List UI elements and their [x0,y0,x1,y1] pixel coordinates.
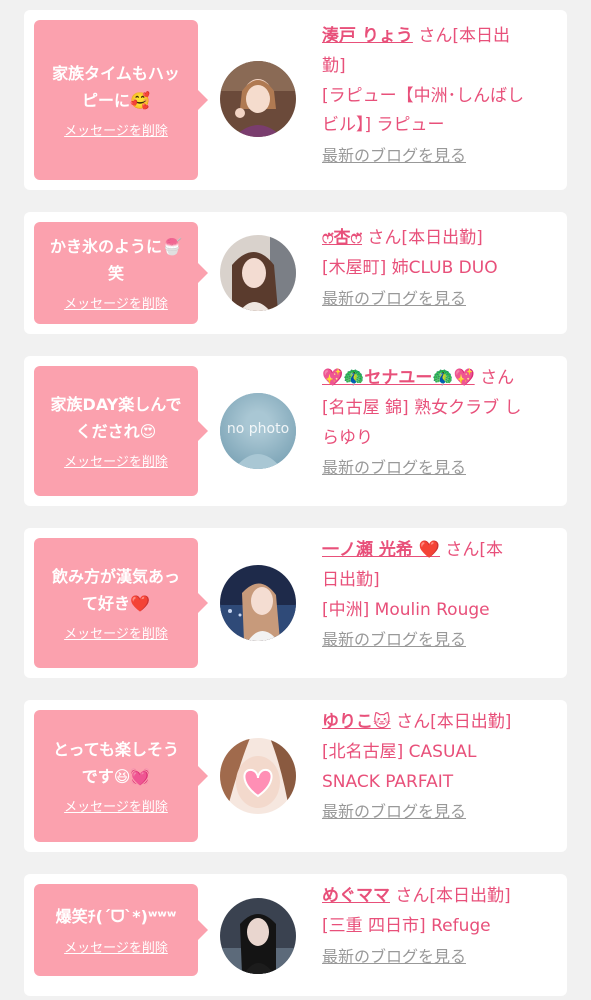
shop-name: [中洲] Moulin Rouge [322,599,490,620]
cast-status: さん [474,368,515,388]
message-card: とっても楽しそう です😆💓 メッセージを削除 ゆりこ🐱 さん[本日出勤] [北名… [24,700,567,852]
cast-status: さん[本 [440,540,504,560]
message-bubble: 爆笑ﾁ(´ᗜ`*)ʷʷʷ メッセージを削除 [34,884,208,976]
shop-name-cont: SNACK PARFAIT [322,771,454,792]
latest-blog-link[interactable]: 最新のブログを見る [322,143,558,169]
cast-info: ෆ̈杏ෆ̈ さん[本日出勤] [木屋町] 姉CLUB DUO 最新のブログを見る [322,224,558,311]
latest-blog-link[interactable]: 最新のブログを見る [322,944,558,970]
delete-message-link[interactable]: メッセージを削除 [64,623,168,642]
message-card: 飲み方が漢気あっ て好き❤️ メッセージを削除 一ノ瀬 光希 ❤️ さん[本 日… [24,528,567,678]
message-bubble: かき氷のように🍧 笑 メッセージを削除 [34,222,208,324]
cast-name-link[interactable]: 一ノ瀬 光希 ❤️ [322,540,440,560]
cast-name-link[interactable]: 湊戸 りょう [322,26,413,46]
latest-blog-link[interactable]: 最新のブログを見る [322,455,558,481]
latest-blog-link[interactable]: 最新のブログを見る [322,286,558,312]
cast-status: さん[本日出 [412,26,510,46]
message-card: 爆笑ﾁ(´ᗜ`*)ʷʷʷ メッセージを削除 めぐママ さん[本日出勤] [三重 … [24,874,567,996]
cast-name-link[interactable]: ゆりこ🐱 [322,712,391,732]
message-bubble: 家族DAY楽しんで くだされ😍 メッセージを削除 [34,366,208,496]
cast-status-cont: 日出勤] [322,569,380,590]
message-list: 家族タイムもハッ ピーに🥰 メッセージを削除 湊戸 りょう さん[本日出 勤] … [0,0,591,1000]
cast-info: 湊戸 りょう さん[本日出 勤] [ラピュー【中洲･しんばし ビル】] ラピュー… [322,22,558,169]
message-text: 家族DAY楽しんで くだされ😍 [50,395,182,441]
shop-name: [名古屋 錦] 熟女クラブ し [322,397,522,418]
message-text: 飲み方が漢気あっ て好き❤️ [51,567,180,613]
cast-status: さん[本日出勤] [390,712,512,732]
shop-name-cont: ビル】] ラピュー [322,115,445,136]
latest-blog-link[interactable]: 最新のブログを見る [322,627,558,653]
message-bubble: 家族タイムもハッ ピーに🥰 メッセージを削除 [34,20,208,180]
cast-status: さん[本日出勤] [390,886,511,906]
delete-message-link[interactable]: メッセージを削除 [64,451,168,470]
avatar[interactable] [220,235,296,311]
avatar[interactable] [220,898,296,974]
delete-message-link[interactable]: メッセージを削除 [64,293,168,312]
message-bubble: とっても楽しそう です😆💓 メッセージを削除 [34,710,208,842]
avatar[interactable] [220,565,296,641]
avatar[interactable] [220,738,296,814]
shop-name-cont: らゆり [322,427,373,448]
cast-info: めぐママ さん[本日出勤] [三重 四日市] Refuge 最新のブログを見る [322,882,558,969]
shop-name: [三重 四日市] Refuge [322,915,491,936]
message-card: 家族DAY楽しんで くだされ😍 メッセージを削除 no photo 💖🦚セナユー… [24,356,567,506]
message-bubble: 飲み方が漢気あっ て好き❤️ メッセージを削除 [34,538,208,668]
cast-name-link[interactable]: めぐママ [322,886,390,906]
shop-name: [木屋町] 姉CLUB DUO [322,257,498,278]
latest-blog-link[interactable]: 最新のブログを見る [322,799,558,825]
message-text: とっても楽しそう です😆💓 [53,740,179,786]
cast-info: 💖🦚セナユー🦚💖 さん [名古屋 錦] 熟女クラブ し らゆり 最新のブログを見… [322,364,558,481]
cast-name-link[interactable]: ෆ̈杏ෆ̈ [322,228,362,248]
delete-message-link[interactable]: メッセージを削除 [64,120,168,139]
message-text: 爆笑ﾁ(´ᗜ`*)ʷʷʷ [55,907,177,927]
avatar[interactable] [220,61,296,137]
shop-name: [ラピュー【中洲･しんばし [322,85,525,106]
message-card: 家族タイムもハッ ピーに🥰 メッセージを削除 湊戸 りょう さん[本日出 勤] … [24,10,567,190]
cast-info: 一ノ瀬 光希 ❤️ さん[本 日出勤] [中洲] Moulin Rouge 最新… [322,536,558,653]
cast-name-link[interactable]: 💖🦚セナユー🦚💖 [322,368,475,388]
shop-name: [北名古屋] CASUAL [322,741,477,762]
delete-message-link[interactable]: メッセージを削除 [64,937,168,956]
message-card: かき氷のように🍧 笑 メッセージを削除 ෆ̈杏ෆ̈ さん[本日出勤] [木屋町]… [24,212,567,334]
cast-info: ゆりこ🐱 さん[本日出勤] [北名古屋] CASUAL SNACK PARFAI… [322,708,558,825]
no-photo-label: no photo [226,421,290,437]
message-text: 家族タイムもハッ ピーに🥰 [52,64,180,110]
avatar[interactable]: no photo [220,393,296,469]
message-text: かき氷のように🍧 笑 [50,237,182,283]
delete-message-link[interactable]: メッセージを削除 [64,796,168,815]
cast-status-cont: 勤] [322,55,346,76]
cast-status: さん[本日出勤] [362,228,483,248]
